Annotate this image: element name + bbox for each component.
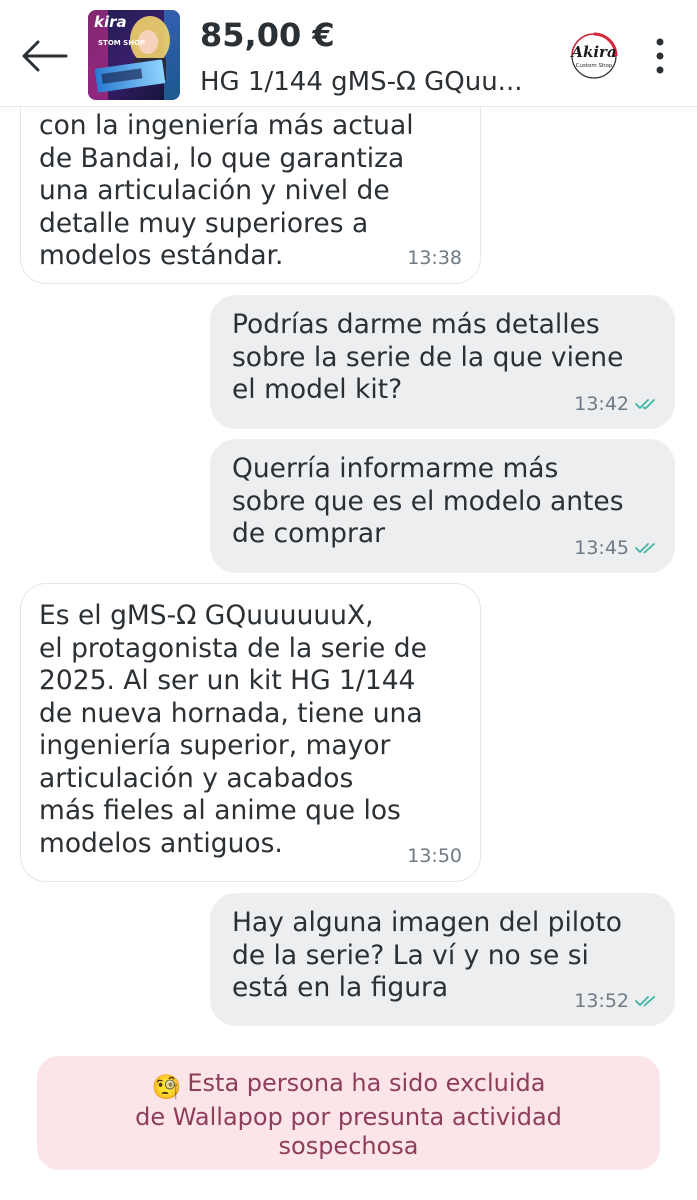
message-meta: 13:45 [574, 537, 657, 559]
shop-logo-name: Akira [569, 43, 616, 61]
product-price: 85,00 € [200, 16, 335, 54]
message-text: Querría informarme más sobre que es el m… [232, 453, 624, 549]
arrow-left-icon [22, 40, 68, 72]
back-button[interactable] [16, 34, 72, 78]
chat-header: kira STOM SHOP 85,00 € HG 1/144 gMS-Ω GQ… [0, 0, 697, 107]
message-time: 13:50 [407, 845, 462, 867]
message-bubble-incoming[interactable]: Es el gMS-Ω GQuuuuuuX, el protagonista d… [20, 583, 481, 882]
shop-logo[interactable]: Akira Custom Shop [568, 30, 620, 82]
user-excluded-notice: 🧐 Esta persona ha sido excluida de Wallap… [37, 1056, 660, 1170]
product-thumbnail[interactable]: kira STOM SHOP [88, 10, 180, 100]
message-bubble-outgoing[interactable]: Querría informarme más sobre que es el m… [210, 439, 675, 573]
message-meta: 13:42 [574, 393, 657, 415]
double-check-icon [635, 399, 655, 410]
more-vertical-icon [656, 38, 664, 74]
message-text: con la ingeniería más actual de Bandai, … [39, 110, 414, 271]
message-time: 13:42 [574, 393, 629, 415]
monocle-face-emoji-icon: 🧐 [151, 1073, 182, 1101]
message-meta: 13:38 [407, 247, 462, 269]
more-options-button[interactable] [640, 34, 680, 78]
shop-logo-subtitle: Custom Shop [576, 63, 613, 69]
message-bubble-outgoing[interactable]: Hay alguna imagen del piloto de la serie… [210, 893, 675, 1026]
message-meta: 13:50 [407, 845, 462, 867]
notice-text: Esta persona ha sido excluida de Wallapo… [135, 1069, 562, 1160]
double-check-icon [635, 996, 655, 1007]
message-time: 13:52 [574, 990, 629, 1012]
double-check-icon [635, 543, 655, 554]
message-text: Podrías darme más detalles sobre la seri… [232, 309, 624, 405]
message-text: Es el gMS-Ω GQuuuuuuX, el protagonista d… [39, 600, 427, 859]
message-time: 13:45 [574, 537, 629, 559]
product-title[interactable]: HG 1/144 gMS-Ω GQuu... [200, 64, 522, 100]
thumbnail-brand-text: kira [94, 13, 127, 31]
message-meta: 13:52 [574, 990, 657, 1012]
message-time: 13:38 [407, 247, 462, 269]
thumbnail-shop-text: STOM SHOP [98, 39, 145, 47]
message-bubble-outgoing[interactable]: Podrías darme más detalles sobre la seri… [210, 295, 675, 429]
